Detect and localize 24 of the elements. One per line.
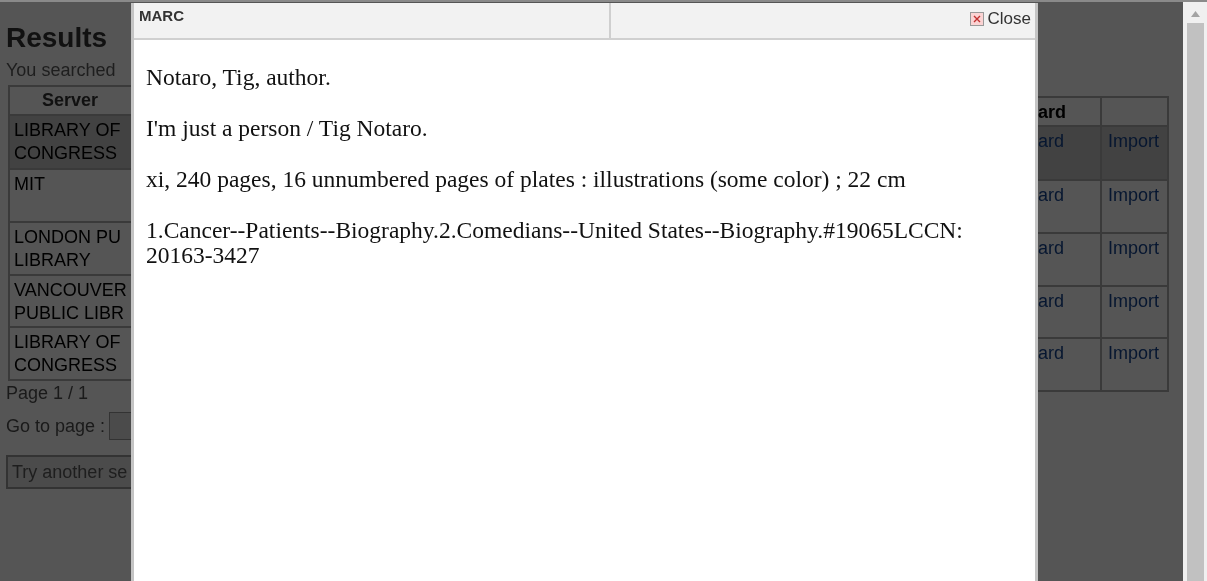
import-link[interactable]: Import xyxy=(1108,291,1159,311)
record-link[interactable]: ard xyxy=(1038,131,1064,151)
record-link[interactable]: ard xyxy=(1038,291,1064,311)
import-link[interactable]: Import xyxy=(1108,185,1159,205)
marc-field: xi, 240 pages, 16 unnumbered pages of plates : illustrations (some color) ; 22 cm xyxy=(146,167,1023,192)
scrollbar-thumb[interactable] xyxy=(1186,23,1204,581)
marc-field: 1.Cancer--Patients--Biography.2.Comedians--United States--Biography.#19065LCCN: 20163-3427 xyxy=(146,218,1023,268)
dialog-title: MARC xyxy=(134,3,611,38)
table-cell-text: LIBRARY OF CONGRESS xyxy=(13,331,122,377)
record-link[interactable]: ard xyxy=(1038,343,1064,363)
marc-field: Notaro, Tig, author. xyxy=(146,65,1023,90)
close-button[interactable]: Close xyxy=(969,3,1035,29)
scroll-up-icon[interactable] xyxy=(1190,11,1200,17)
close-icon xyxy=(969,12,984,26)
record-link[interactable]: ard xyxy=(1038,185,1064,205)
page-title: Results xyxy=(6,22,109,55)
record-link[interactable]: ard xyxy=(1038,238,1064,258)
page-info: Page 1 / 1 xyxy=(6,383,90,405)
marc-field: I'm just a person / Tig Notaro. xyxy=(146,116,1023,141)
import-link[interactable]: Import xyxy=(1108,238,1159,258)
import-link[interactable]: Import xyxy=(1108,343,1159,363)
page-field[interactable] xyxy=(109,412,131,440)
go-to-page-label: Go to page : xyxy=(6,415,106,437)
table-cell: LIBRARY OF CONGRESS xyxy=(10,116,131,170)
